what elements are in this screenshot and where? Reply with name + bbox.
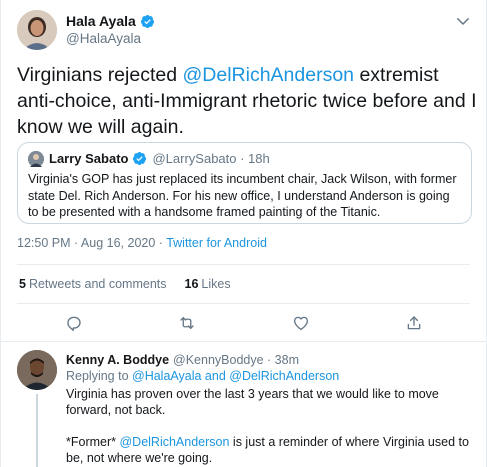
comment-icon[interactable] — [63, 312, 85, 334]
retweets-label: Retweets and comments — [28, 277, 167, 291]
divider — [17, 303, 470, 304]
author-handle[interactable]: @HalaAyala — [66, 31, 141, 46]
tweet-timestamp[interactable]: 12:50 PM · Aug 16, 2020 · — [17, 236, 166, 250]
tweet-text: Virginians rejected @DelRichAnderson ext… — [17, 62, 477, 140]
thread-line — [36, 394, 38, 467]
reply-text: Virginia has proven over the last 3 year… — [66, 386, 471, 467]
reply-author-handle[interactable]: @KennyBoddye · 38m — [173, 353, 299, 367]
reply-text-part: *Former* — [66, 435, 120, 449]
replying-to-links[interactable]: @HalaAyala and @DelRichAnderson — [132, 369, 339, 383]
tweet-meta: 12:50 PM · Aug 16, 2020 · Twitter for An… — [17, 236, 267, 250]
quoted-author-avatar — [28, 151, 44, 167]
divider — [1, 341, 486, 342]
author-avatar[interactable] — [17, 10, 57, 50]
verified-badge-icon — [140, 14, 154, 28]
quoted-tweet-text: Virginia's GOP has just replaced its inc… — [28, 172, 457, 219]
retweet-icon[interactable] — [176, 312, 198, 334]
replying-to-prefix: Replying to — [66, 369, 133, 383]
quoted-author-name: Larry Sabato — [49, 151, 129, 166]
retweets-count: 5 — [19, 277, 26, 291]
reply-paragraph: *Former* @DelRichAnderson is just a remi… — [66, 434, 471, 466]
share-icon[interactable] — [403, 312, 425, 334]
mention-link[interactable]: @DelRichAnderson — [182, 64, 354, 86]
likes-label: Likes — [201, 277, 231, 291]
chevron-down-icon[interactable] — [454, 12, 472, 30]
reply-author-avatar[interactable] — [17, 350, 57, 390]
quoted-tweet[interactable]: Larry Sabato @LarrySabato · 18h Virginia… — [17, 142, 472, 224]
verified-badge-icon — [133, 151, 147, 166]
reply-author-name[interactable]: Kenny A. Boddye — [66, 353, 169, 367]
tweet-detail-panel: Hala Ayala @HalaAyala Virginians rejecte… — [0, 0, 487, 467]
divider — [17, 264, 470, 265]
likes-count: 16 — [184, 277, 199, 291]
mention-link[interactable]: @DelRichAnderson — [119, 435, 229, 449]
heart-icon[interactable] — [290, 312, 312, 334]
author-name[interactable]: Hala Ayala — [66, 13, 155, 29]
quoted-header: Larry Sabato @LarrySabato · 18h — [49, 151, 270, 166]
likes-stat[interactable]: 16 Likes — [185, 277, 231, 291]
tweet-source-link[interactable]: Twitter for Android — [166, 236, 267, 250]
tweet-text-part: Virginians rejected — [17, 64, 183, 86]
reply-paragraph: Virginia has proven over the last 3 year… — [66, 387, 439, 417]
retweets-stat[interactable]: 5 Retweets and comments — [19, 277, 167, 291]
replying-to: Replying to @HalaAyala and @DelRichAnder… — [66, 369, 339, 383]
reply-header: Kenny A. Boddye @KennyBoddye · 38m — [66, 353, 299, 367]
action-bar — [1, 312, 487, 336]
tweet-stats: 5 Retweets and comments 16 Likes — [19, 277, 231, 291]
quoted-author-handle: @LarrySabato · 18h — [152, 151, 270, 166]
author-name-text[interactable]: Hala Ayala — [66, 13, 136, 29]
